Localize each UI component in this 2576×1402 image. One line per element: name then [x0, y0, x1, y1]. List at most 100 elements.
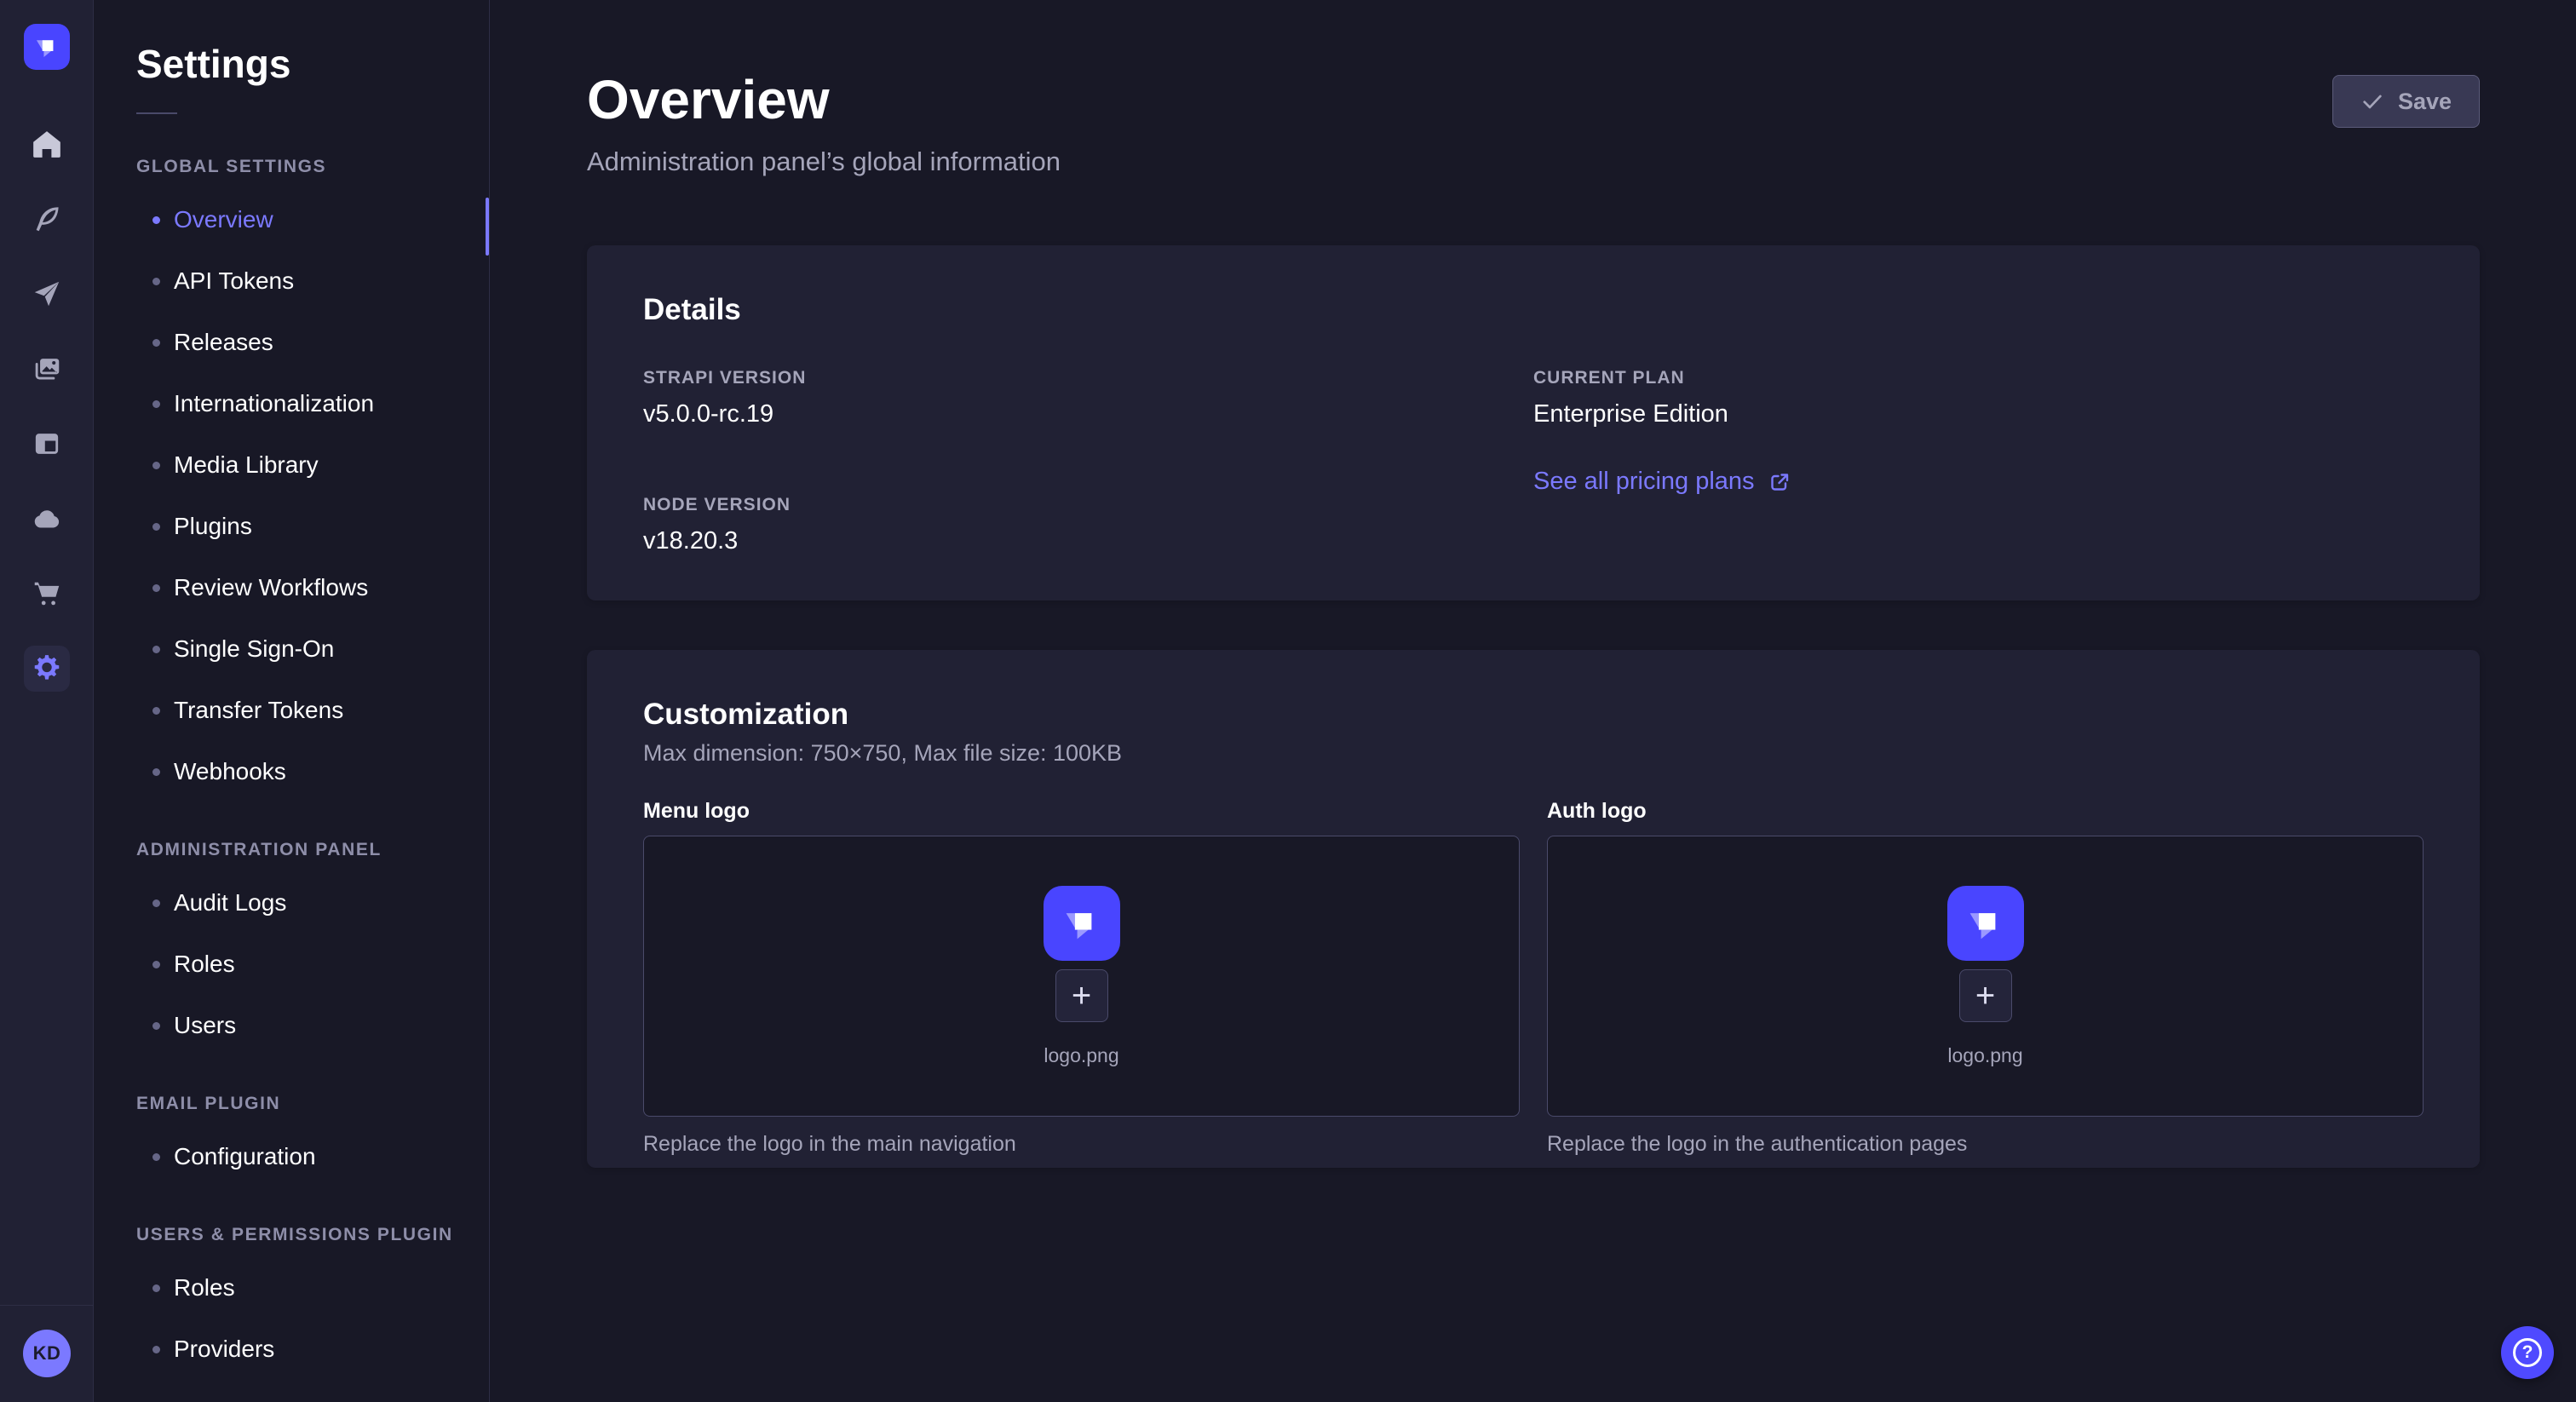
sidebar-item-admin-roles[interactable]: Roles	[94, 934, 489, 995]
sidebar-item-label: Transfer Tokens	[174, 697, 343, 724]
bullet-icon	[152, 707, 160, 715]
sidebar-item-api-tokens[interactable]: API Tokens	[94, 250, 489, 312]
sidebar-item-releases[interactable]: Releases	[94, 312, 489, 373]
cart-icon[interactable]	[24, 571, 70, 617]
node-version-value: v18.20.3	[643, 527, 1533, 555]
auth-logo-filename: logo.png	[1947, 1044, 2022, 1067]
logo-upload-row: Menu logo + logo.png Replace the logo in…	[643, 799, 2424, 1157]
media-library-icon[interactable]	[24, 346, 70, 392]
sidebar-item-label: Roles	[174, 1274, 235, 1301]
sidebar-item-transfer-tokens[interactable]: Transfer Tokens	[94, 680, 489, 741]
save-button[interactable]: Save	[2332, 75, 2480, 128]
auth-logo-block: Auth logo + logo.png Replace the logo in…	[1547, 799, 2424, 1157]
strapi-logo-icon	[1964, 901, 2008, 945]
section-global-settings: GLOBAL SETTINGS	[136, 157, 489, 177]
auth-logo-caption: Replace the logo in the authentication p…	[1547, 1132, 2424, 1157]
bullet-icon	[152, 1346, 160, 1353]
pricing-plans-link-label: See all pricing plans	[1533, 468, 1755, 496]
customization-card-title: Customization	[643, 698, 2424, 732]
sidebar-item-label: Webhooks	[174, 758, 286, 785]
sidebar-item-label: Providers	[174, 1336, 274, 1363]
page-subtitle: Administration panel’s global informatio…	[587, 147, 1061, 177]
bullet-icon	[152, 278, 160, 285]
bullet-icon	[152, 646, 160, 653]
bullet-icon	[152, 899, 160, 907]
strapi-logo-icon	[32, 32, 61, 61]
sidebar-item-label: Roles	[174, 951, 235, 978]
strapi-version-field: STRAPI VERSION v5.0.0-rc.19	[643, 368, 1533, 428]
rail-nav-items	[24, 121, 70, 692]
auth-logo-label: Auth logo	[1547, 799, 2424, 824]
sidebar-item-label: Overview	[174, 206, 273, 233]
page-header: Overview Administration panel’s global i…	[587, 68, 2480, 177]
bullet-icon	[152, 216, 160, 224]
bullet-icon	[152, 400, 160, 408]
bullet-icon	[152, 1284, 160, 1292]
sidebar-item-up-roles[interactable]: Roles	[94, 1257, 489, 1319]
menu-logo-add-button[interactable]: +	[1055, 969, 1108, 1022]
sidebar-item-label: Internationalization	[174, 390, 374, 417]
active-item-indicator	[486, 198, 489, 256]
settings-sidebar: Settings GLOBAL SETTINGS Overview API To…	[94, 0, 490, 1402]
sidebar-item-email-configuration[interactable]: Configuration	[94, 1126, 489, 1187]
menu-logo-filename: logo.png	[1044, 1044, 1118, 1067]
pricing-plans-link[interactable]: See all pricing plans	[1533, 468, 1792, 496]
page-title: Overview	[587, 68, 1061, 131]
bullet-icon	[152, 1153, 160, 1161]
sidebar-item-label: Single Sign-On	[174, 635, 334, 663]
bullet-icon	[152, 462, 160, 469]
save-button-label: Save	[2398, 89, 2452, 115]
help-button[interactable]: ?	[2501, 1326, 2554, 1379]
sidebar-item-up-providers[interactable]: Providers	[94, 1319, 489, 1380]
sidebar-item-review-workflows[interactable]: Review Workflows	[94, 557, 489, 618]
menu-logo-caption: Replace the logo in the main navigation	[643, 1132, 1520, 1157]
current-plan-value: Enterprise Edition	[1533, 400, 2424, 428]
cloud-icon[interactable]	[24, 496, 70, 542]
question-mark-icon: ?	[2513, 1338, 2542, 1367]
sidebar-item-label: Releases	[174, 329, 273, 356]
paper-plane-icon[interactable]	[24, 271, 70, 317]
current-plan-label: CURRENT PLAN	[1533, 368, 2424, 388]
sidebar-divider	[136, 112, 177, 114]
user-avatar[interactable]: KD	[23, 1330, 71, 1377]
sidebar-item-overview[interactable]: Overview	[94, 189, 489, 250]
menu-logo-upload-box[interactable]: + logo.png	[643, 836, 1520, 1117]
sidebar-item-label: Configuration	[174, 1143, 316, 1170]
rail-divider	[0, 1305, 93, 1306]
sidebar-item-label: API Tokens	[174, 267, 294, 295]
current-plan-field: CURRENT PLAN Enterprise Edition	[1533, 368, 2424, 428]
sidebar-item-single-sign-on[interactable]: Single Sign-On	[94, 618, 489, 680]
strapi-logo[interactable]	[24, 24, 70, 70]
plus-icon: +	[1975, 979, 1995, 1013]
sidebar-item-webhooks[interactable]: Webhooks	[94, 741, 489, 802]
sidebar-item-label: Review Workflows	[174, 574, 368, 601]
main-nav-rail: KD	[0, 0, 94, 1402]
strapi-version-value: v5.0.0-rc.19	[643, 400, 1533, 428]
bullet-icon	[152, 961, 160, 968]
sidebar-item-media-library[interactable]: Media Library	[94, 434, 489, 496]
external-link-icon	[1767, 469, 1792, 495]
feather-icon[interactable]	[24, 196, 70, 242]
section-users-permissions-plugin: USERS & PERMISSIONS PLUGIN	[136, 1225, 489, 1245]
sidebar-item-label: Media Library	[174, 451, 319, 479]
auth-logo-preview	[1947, 886, 2024, 961]
section-email-plugin: EMAIL PLUGIN	[136, 1094, 489, 1114]
sidebar-item-admin-users[interactable]: Users	[94, 995, 489, 1056]
auth-logo-upload-box[interactable]: + logo.png	[1547, 836, 2424, 1117]
bullet-icon	[152, 584, 160, 592]
node-version-field: NODE VERSION v18.20.3	[643, 495, 1533, 555]
bullet-icon	[152, 768, 160, 776]
settings-gear-icon[interactable]	[24, 646, 70, 692]
sidebar-item-internationalization[interactable]: Internationalization	[94, 373, 489, 434]
bullet-icon	[152, 523, 160, 531]
check-icon	[2360, 89, 2384, 113]
home-icon[interactable]	[24, 121, 70, 167]
strapi-logo-icon	[1060, 901, 1104, 945]
layout-icon[interactable]	[24, 421, 70, 467]
main-content: Overview Administration panel’s global i…	[490, 0, 2576, 1402]
node-version-label: NODE VERSION	[643, 495, 1533, 515]
sidebar-item-plugins[interactable]: Plugins	[94, 496, 489, 557]
sidebar-item-audit-logs[interactable]: Audit Logs	[94, 872, 489, 934]
auth-logo-add-button[interactable]: +	[1959, 969, 2012, 1022]
bullet-icon	[152, 339, 160, 347]
